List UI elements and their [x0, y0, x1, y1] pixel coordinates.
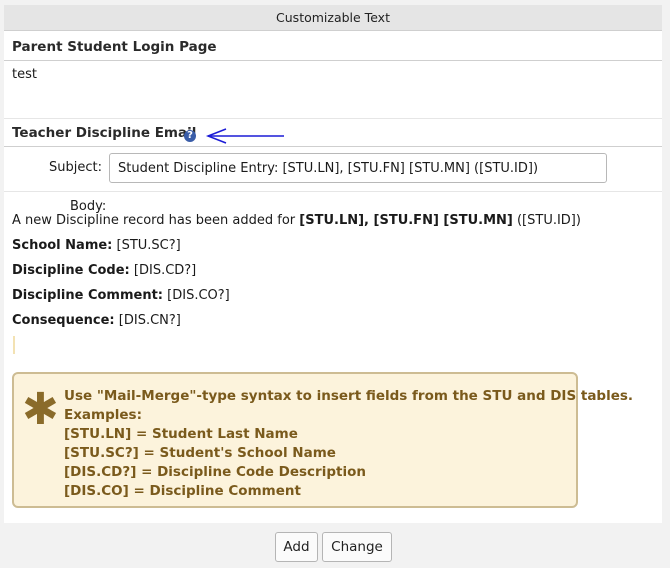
subject-input[interactable]	[109, 153, 607, 183]
body-intro-student-id: ([STU.ID])	[512, 213, 581, 228]
body-field-discipline-code: Discipline Code: [DIS.CD?]	[12, 263, 196, 278]
add-button[interactable]: Add	[275, 532, 318, 562]
field-value: [DIS.CN?]	[114, 313, 181, 328]
section-title-teacher-email: Teacher Discipline Email	[12, 125, 197, 141]
note-line: Examples:	[64, 407, 142, 423]
divider	[4, 118, 662, 119]
field-label: Discipline Code:	[12, 263, 130, 278]
body-label: Body:	[70, 199, 107, 214]
body-line-intro: A new Discipline record has been added f…	[12, 213, 581, 228]
asterisk-icon: ✱	[22, 384, 59, 435]
page-background: Customizable Text Parent Student Login P…	[0, 0, 670, 568]
section-title-parent-login: Parent Student Login Page	[12, 39, 217, 55]
note-line: [STU.SC?] = Student's School Name	[64, 445, 336, 461]
change-button[interactable]: Change	[322, 532, 392, 562]
subject-label: Subject:	[49, 160, 102, 175]
syntax-help-note: ✱ Use "Mail-Merge"-type syntax to insert…	[12, 372, 633, 508]
parent-login-text[interactable]: test	[12, 67, 37, 82]
body-field-discipline-comment: Discipline Comment: [DIS.CO?]	[12, 288, 230, 303]
arrow-pointer-icon	[205, 128, 284, 144]
customizable-text-panel: Customizable Text Parent Student Login P…	[4, 5, 662, 523]
divider	[4, 191, 662, 192]
body-intro-student-name: [STU.LN], [STU.FN] [STU.MN]	[299, 213, 513, 228]
note-line: [DIS.CD?] = Discipline Code Description	[64, 464, 366, 480]
divider	[4, 146, 662, 147]
panel-header: Customizable Text	[4, 5, 662, 31]
field-label: Consequence:	[12, 313, 115, 328]
divider	[4, 60, 662, 61]
note-line: [STU.LN] = Student Last Name	[64, 426, 298, 442]
body-intro-text: A new Discipline record has been added f…	[12, 213, 300, 228]
body-field-school-name: School Name: [STU.SC?]	[12, 238, 181, 253]
note-line: Use "Mail-Merge"-type syntax to insert f…	[64, 388, 634, 404]
question-circle-icon[interactable]: ?	[184, 130, 196, 142]
field-value: [DIS.CO?]	[163, 288, 230, 303]
note-line: [DIS.CO] = Discipline Comment	[64, 483, 301, 499]
text-cursor	[13, 336, 15, 354]
field-label: School Name:	[12, 238, 113, 253]
field-label: Discipline Comment:	[12, 288, 164, 303]
body-field-consequence: Consequence: [DIS.CN?]	[12, 313, 181, 328]
field-value: [STU.SC?]	[112, 238, 181, 253]
field-value: [DIS.CD?]	[129, 263, 197, 278]
